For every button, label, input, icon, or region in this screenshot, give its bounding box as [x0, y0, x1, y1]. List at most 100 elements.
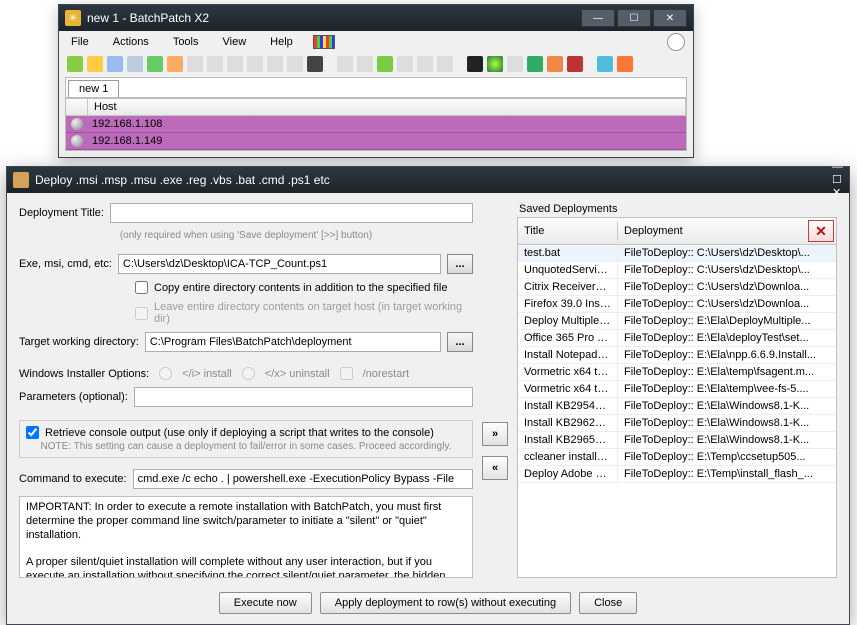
deployment-title-input[interactable] — [110, 203, 473, 223]
tool-btn-10[interactable] — [247, 56, 263, 72]
host-header-status[interactable] — [66, 99, 88, 115]
saved-title-cell: ccleaner installati... — [518, 449, 618, 465]
tool-btn-13[interactable] — [307, 56, 323, 72]
saved-row[interactable]: ccleaner installati...FileToDeploy:: E:\… — [518, 449, 836, 466]
menu-file[interactable]: File — [67, 34, 93, 50]
menu-help[interactable]: Help — [266, 34, 297, 50]
norestart-label: /norestart — [363, 368, 409, 380]
saved-deploy-cell: FileToDeploy:: E:\Temp\install_flash_... — [618, 466, 836, 482]
saved-row[interactable]: Firefox 39.0 Instal...FileToDeploy:: C:\… — [518, 296, 836, 313]
tool-btn-8[interactable] — [207, 56, 223, 72]
cmd-label: Command to execute: — [19, 473, 127, 485]
execute-now-button[interactable]: Execute now — [219, 592, 312, 614]
close-button[interactable]: ✕ — [653, 9, 687, 27]
tool-btn-24[interactable] — [547, 56, 563, 72]
saved-row[interactable]: Deploy Adobe Fl...FileToDeploy:: E:\Temp… — [518, 466, 836, 483]
saved-row[interactable]: Install KB2954879FileToDeploy:: E:\Ela\W… — [518, 398, 836, 415]
target-dir-browse-button[interactable]: ... — [447, 332, 473, 352]
saved-row[interactable]: Install Notepad++...FileToDeploy:: E:\El… — [518, 347, 836, 364]
saved-title-cell: UnquotedService... — [518, 262, 618, 278]
saved-deployments-label: Saved Deployments — [517, 203, 837, 217]
saved-deploy-cell: FileToDeploy:: E:\Ela\Windows8.1-K... — [618, 432, 836, 448]
params-input[interactable] — [134, 387, 473, 407]
tool-btn-6[interactable] — [167, 56, 183, 72]
dlg-maximize-button[interactable]: ☐ — [832, 173, 843, 186]
tool-btn-21[interactable] — [487, 56, 503, 72]
tool-btn-2[interactable] — [87, 56, 103, 72]
status-led-icon — [71, 135, 83, 147]
dlg-close-button[interactable]: ✕ — [832, 186, 843, 199]
retrieve-console-checkbox[interactable] — [26, 426, 39, 439]
copy-dir-checkbox[interactable] — [135, 281, 148, 294]
saved-row[interactable]: Vormetric x64 tes2FileToDeploy:: E:\Ela\… — [518, 364, 836, 381]
saved-row[interactable]: UnquotedService...FileToDeploy:: C:\User… — [518, 262, 836, 279]
apply-deployment-button[interactable]: Apply deployment to row(s) without execu… — [320, 592, 571, 614]
cmd-input[interactable] — [133, 469, 473, 489]
saved-row[interactable]: Install KB2965142FileToDeploy:: E:\Ela\W… — [518, 432, 836, 449]
menu-actions[interactable]: Actions — [109, 34, 153, 50]
saved-header-deployment[interactable]: Deployment — [618, 222, 806, 240]
help-text[interactable]: IMPORTANT: In order to execute a remote … — [19, 496, 473, 578]
saved-row[interactable]: Install KB2962140FileToDeploy:: E:\Ela\W… — [518, 415, 836, 432]
dlg-minimize-button[interactable]: — — [832, 161, 843, 173]
tool-btn-12[interactable] — [287, 56, 303, 72]
move-right-button[interactable]: » — [482, 422, 508, 446]
app-icon: ✳ — [65, 10, 81, 26]
tool-btn-25[interactable] — [567, 56, 583, 72]
saved-row[interactable]: Citrix ReceiverCle...FileToDeploy:: C:\U… — [518, 279, 836, 296]
tool-btn-23[interactable] — [527, 56, 543, 72]
saved-row[interactable]: Deploy Multiple ....FileToDeploy:: E:\El… — [518, 313, 836, 330]
tool-btn-18[interactable] — [417, 56, 433, 72]
tab-strip: new 1 — [65, 77, 687, 98]
tool-btn-17[interactable] — [397, 56, 413, 72]
delete-saved-button[interactable]: ✕ — [808, 220, 834, 242]
tool-btn-22[interactable] — [507, 56, 523, 72]
tool-btn-11[interactable] — [267, 56, 283, 72]
retrieve-note: NOTE: This setting can cause a deploymen… — [26, 441, 466, 452]
saved-deploy-cell: FileToDeploy:: E:\Ela\temp\fsagent.m... — [618, 364, 836, 380]
tool-btn-15[interactable] — [357, 56, 373, 72]
tool-btn-7[interactable] — [187, 56, 203, 72]
tool-btn-1[interactable] — [67, 56, 83, 72]
tool-btn-26[interactable] — [597, 56, 613, 72]
radio-uninstall — [242, 367, 255, 380]
tool-btn-9[interactable] — [227, 56, 243, 72]
saved-header-title[interactable]: Title — [518, 222, 618, 240]
host-header-host[interactable]: Host — [88, 99, 686, 115]
saved-deploy-cell: FileToDeploy:: E:\Ela\Windows8.1-K... — [618, 398, 836, 414]
close-dialog-button[interactable]: Close — [579, 592, 637, 614]
tool-btn-3[interactable] — [107, 56, 123, 72]
status-led-icon — [71, 118, 83, 130]
saved-row[interactable]: Office 365 Pro PlusFileToDeploy:: E:\Ela… — [518, 330, 836, 347]
host-row[interactable]: 192.168.1.149 — [66, 133, 686, 150]
move-left-button[interactable]: « — [482, 456, 508, 480]
host-row[interactable]: 192.168.1.108 — [66, 116, 686, 133]
saved-deploy-cell: FileToDeploy:: C:\Users\dz\Desktop\... — [618, 262, 836, 278]
saved-deploy-cell: FileToDeploy:: E:\Ela\temp\vee-fs-5.... — [618, 381, 836, 397]
target-dir-input[interactable] — [145, 332, 441, 352]
saved-deploy-cell: FileToDeploy:: E:\Ela\DeployMultiple... — [618, 313, 836, 329]
file-input[interactable] — [118, 254, 441, 274]
tool-btn-19[interactable] — [437, 56, 453, 72]
file-browse-button[interactable]: ... — [447, 254, 473, 274]
saved-row[interactable]: Vormetric x64 testFileToDeploy:: E:\Ela\… — [518, 381, 836, 398]
tool-btn-27[interactable] — [617, 56, 633, 72]
dialog-title: Deploy .msi .msp .msu .exe .reg .vbs .ba… — [35, 173, 832, 187]
tool-btn-20[interactable] — [467, 56, 483, 72]
tool-btn-14[interactable] — [337, 56, 353, 72]
tool-btn-16[interactable] — [377, 56, 393, 72]
main-title: new 1 - BatchPatch X2 — [87, 11, 579, 25]
clock-icon[interactable] — [667, 33, 685, 51]
color-palette-icon[interactable] — [313, 35, 335, 49]
norestart-checkbox — [340, 367, 353, 380]
maximize-button[interactable]: ☐ — [617, 9, 651, 27]
tool-btn-5[interactable] — [147, 56, 163, 72]
tab-new1[interactable]: new 1 — [68, 80, 119, 97]
menu-tools[interactable]: Tools — [169, 34, 203, 50]
minimize-button[interactable]: — — [581, 9, 615, 27]
saved-title-cell: Install KB2962140 — [518, 415, 618, 431]
dialog-title-bar: Deploy .msi .msp .msu .exe .reg .vbs .ba… — [7, 167, 849, 193]
menu-view[interactable]: View — [219, 34, 251, 50]
saved-row[interactable]: test.batFileToDeploy:: C:\Users\dz\Deskt… — [518, 245, 836, 262]
tool-btn-4[interactable] — [127, 56, 143, 72]
